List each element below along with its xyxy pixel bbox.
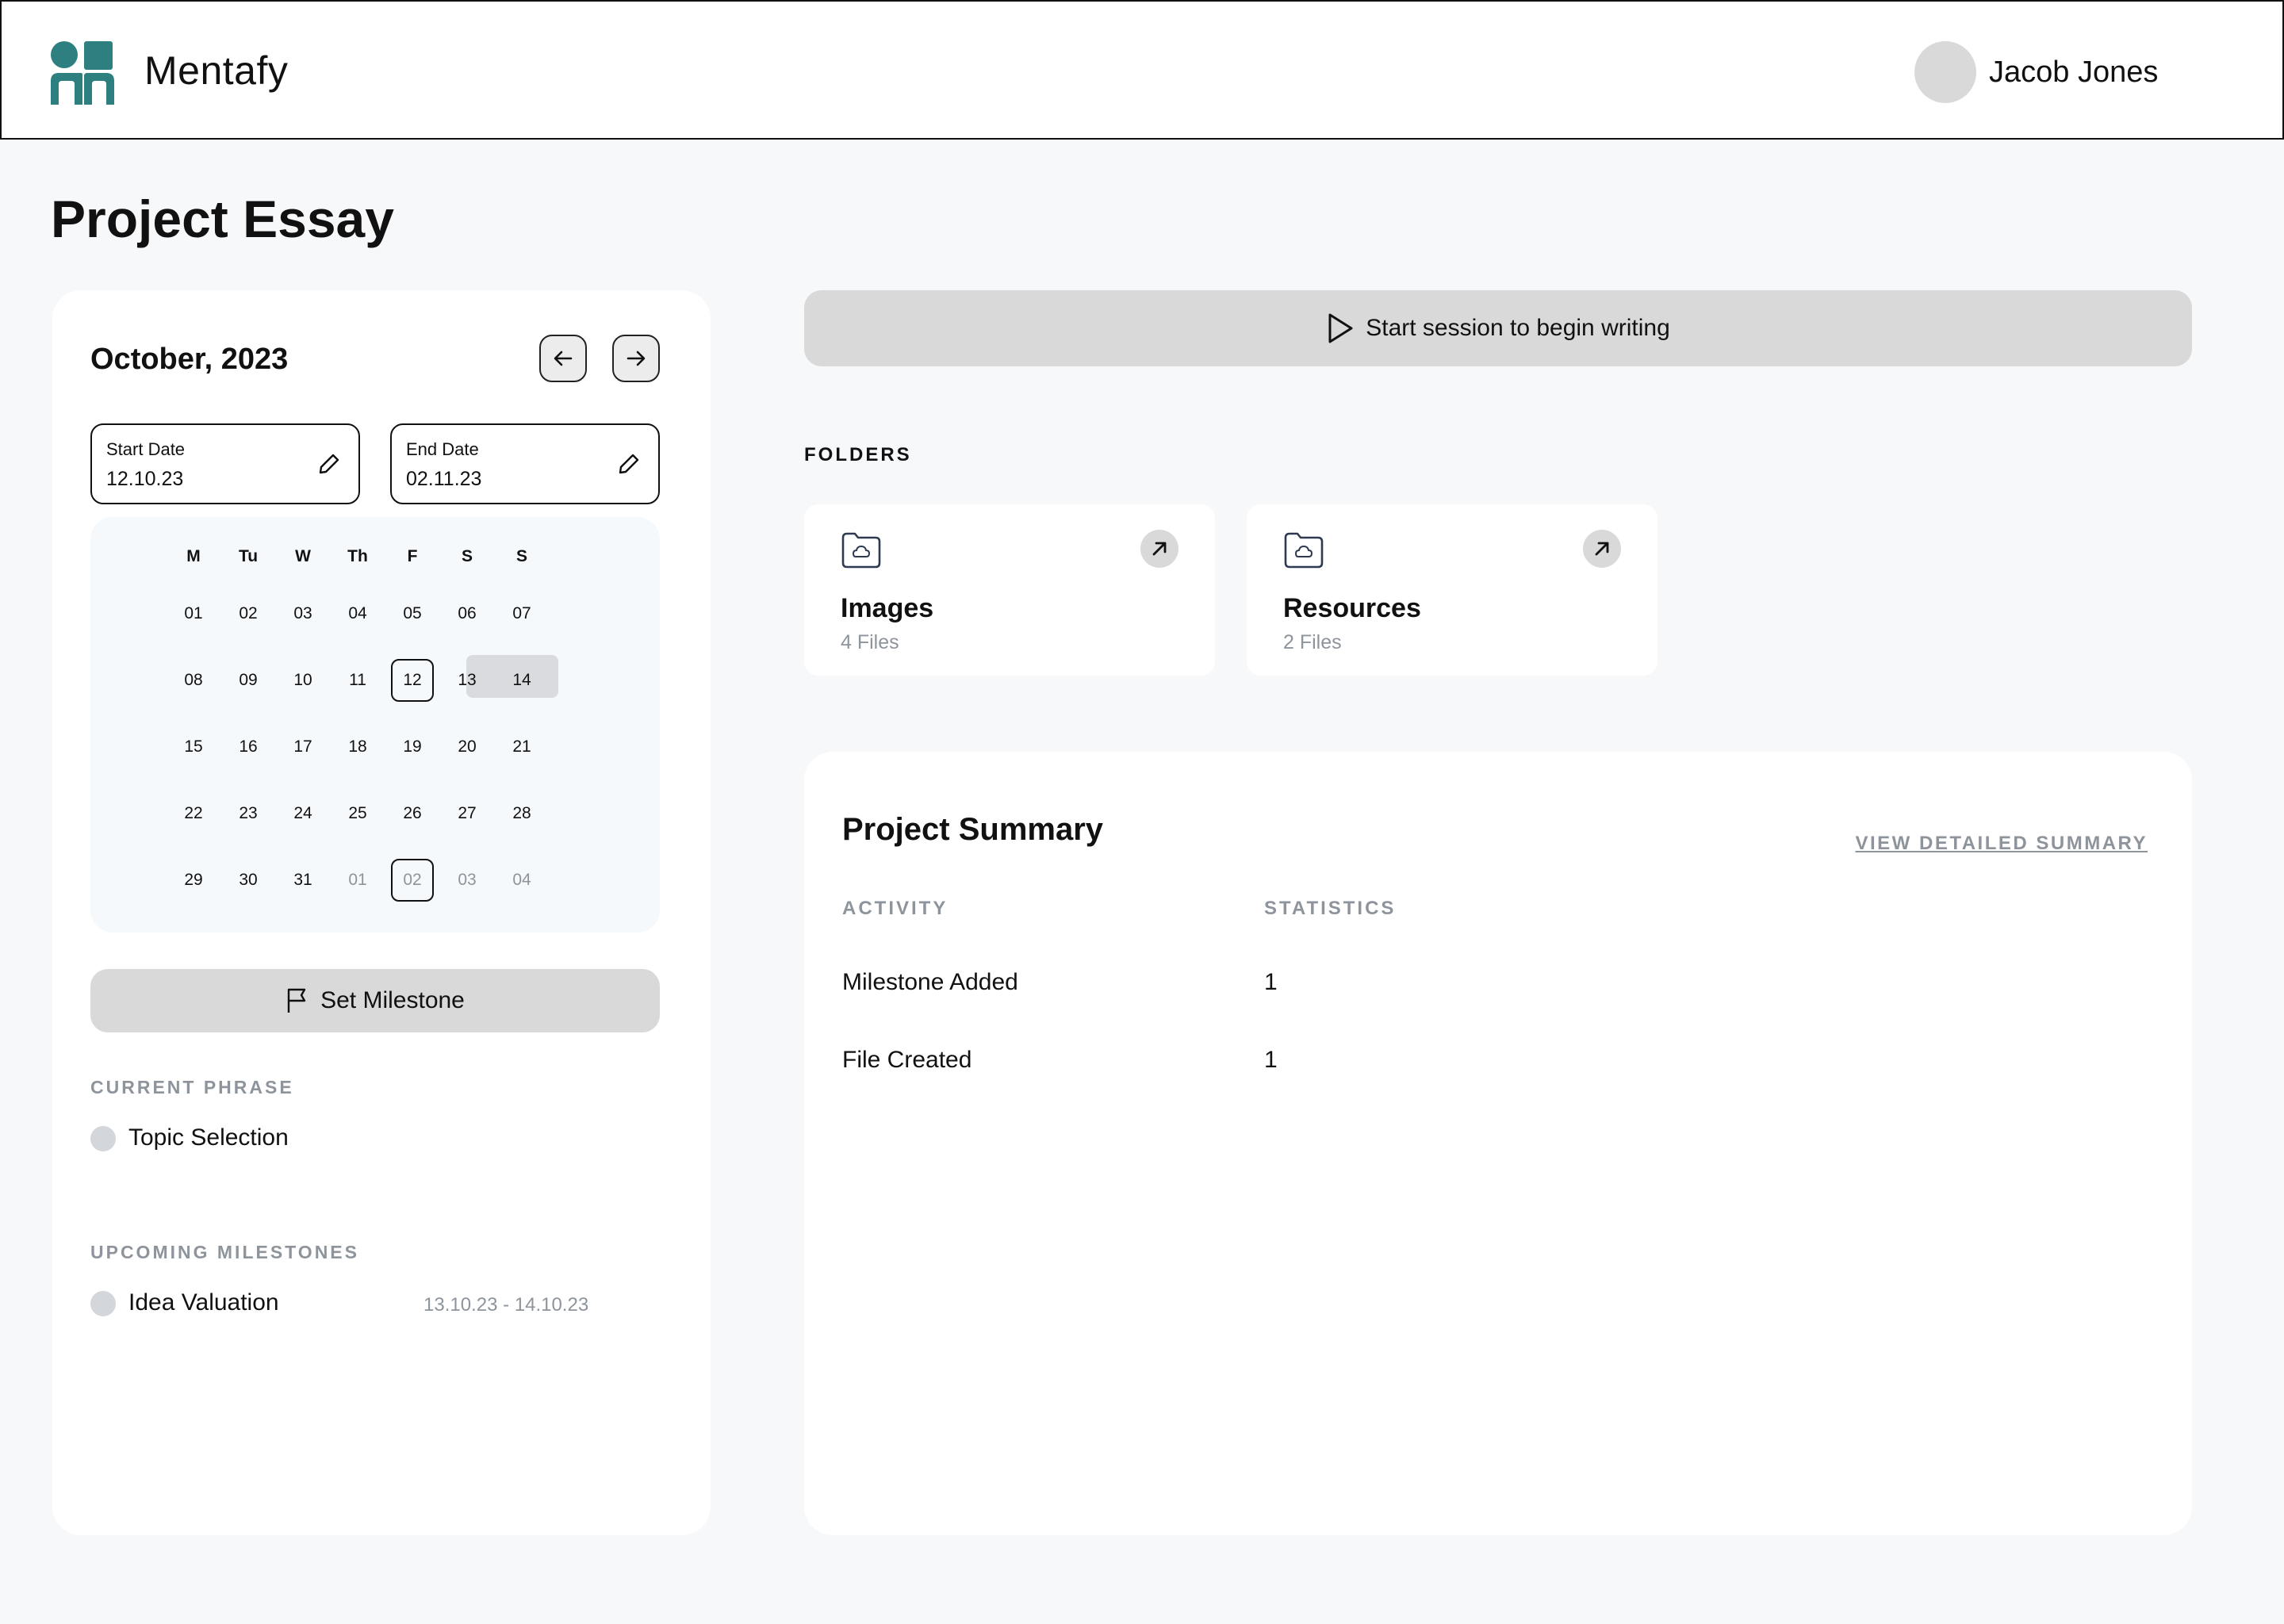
- arrow-right-icon: [627, 350, 646, 366]
- calendar-day[interactable]: 22: [172, 792, 215, 835]
- top-header: Mentafy Jacob Jones: [0, 0, 2284, 140]
- calendar-card: October, 2023 Start Date 12.10.23 End Da…: [52, 290, 711, 1535]
- user-name[interactable]: Jacob Jones: [1989, 56, 2158, 90]
- calendar-day[interactable]: 06: [446, 592, 489, 635]
- weekday-header: M: [186, 547, 201, 565]
- calendar-day[interactable]: 02: [391, 859, 434, 902]
- brand-name: Mentafy: [144, 48, 289, 93]
- calendar-day[interactable]: 01: [336, 859, 379, 902]
- weekday-header: W: [295, 547, 311, 565]
- calendar-day[interactable]: 03: [282, 592, 324, 635]
- activity-column-header: ACTIVITY: [842, 898, 948, 919]
- folder-name: Resources: [1283, 593, 1421, 623]
- folder-card-resources[interactable]: Resources 2 Files: [1247, 504, 1657, 676]
- calendar-day[interactable]: 11: [336, 659, 379, 702]
- open-folder-button[interactable]: [1140, 530, 1178, 568]
- calendar-day[interactable]: 15: [172, 726, 215, 768]
- arrow-up-right-icon: [1152, 542, 1167, 556]
- calendar-day[interactable]: 09: [227, 659, 270, 702]
- calendar-day[interactable]: 13: [446, 659, 489, 702]
- upcoming-milestones-label: UPCOMING MILESTONES: [90, 1242, 359, 1262]
- calendar-month: October, 2023: [90, 343, 289, 376]
- end-date-label: End Date: [406, 439, 479, 459]
- upcoming-milestone-range: 13.10.23 - 14.10.23: [423, 1294, 589, 1316]
- calendar-day[interactable]: 01: [172, 592, 215, 635]
- weekday-header: S: [515, 547, 527, 565]
- activity-cell: Milestone Added: [842, 969, 1018, 995]
- weekday-header: Tu: [238, 547, 259, 565]
- summary-title: Project Summary: [842, 812, 1104, 847]
- folder-file-count: 4 Files: [841, 631, 899, 653]
- calendar-day[interactable]: 30: [227, 859, 270, 902]
- start-session-button[interactable]: Start session to begin writing: [804, 290, 2192, 366]
- statistics-column-header: STATISTICS: [1264, 898, 1397, 919]
- calendar-day[interactable]: 12: [391, 659, 434, 702]
- statistic-cell: 1: [1264, 1047, 1278, 1073]
- calendar-day[interactable]: 28: [500, 792, 543, 835]
- statistic-cell: 1: [1264, 969, 1278, 995]
- flag-icon: [287, 988, 306, 1013]
- calendar-day[interactable]: 05: [391, 592, 434, 635]
- calendar-grid: M Tu W Th F S S 01 02 03 04 05 06 07 08 09 10 11 12 13 14 15 1…: [90, 517, 660, 933]
- calendar-day[interactable]: 03: [446, 859, 489, 902]
- start-date-field[interactable]: Start Date 12.10.23: [90, 423, 360, 504]
- pencil-icon[interactable]: [617, 452, 641, 476]
- calendar-day[interactable]: 23: [227, 792, 270, 835]
- calendar-day[interactable]: 14: [500, 659, 543, 702]
- calendar-day[interactable]: 02: [227, 592, 270, 635]
- view-detailed-summary-link[interactable]: VIEW DETAILED SUMMARY: [1856, 833, 2148, 855]
- calendar-day[interactable]: 18: [336, 726, 379, 768]
- prev-month-button[interactable]: [539, 335, 587, 382]
- arrow-left-icon: [554, 350, 573, 366]
- calendar-day[interactable]: 26: [391, 792, 434, 835]
- weekday-header: Th: [347, 547, 368, 565]
- next-month-button[interactable]: [612, 335, 660, 382]
- phase-bullet: [90, 1126, 116, 1151]
- project-summary-card: Project Summary VIEW DETAILED SUMMARY AC…: [804, 752, 2192, 1535]
- end-date-field[interactable]: End Date 02.11.23: [390, 423, 660, 504]
- folder-cloud-icon: [841, 532, 881, 569]
- page-title: Project Essay: [51, 190, 394, 248]
- calendar-day[interactable]: 24: [282, 792, 324, 835]
- start-session-label: Start session to begin writing: [1366, 315, 1670, 341]
- upcoming-milestone-item: Idea Valuation: [128, 1289, 279, 1316]
- calendar-day[interactable]: 21: [500, 726, 543, 768]
- calendar-day[interactable]: 04: [500, 859, 543, 902]
- weekday-header: F: [407, 547, 418, 565]
- avatar[interactable]: [1914, 41, 1976, 103]
- current-phase-label: CURRENT PHRASE: [90, 1077, 294, 1097]
- calendar-day[interactable]: 27: [446, 792, 489, 835]
- weekday-header: S: [461, 547, 473, 565]
- set-milestone-button[interactable]: Set Milestone: [90, 969, 660, 1032]
- end-date-value: 02.11.23: [406, 468, 482, 490]
- calendar-day[interactable]: 10: [282, 659, 324, 702]
- play-icon: [1328, 313, 1353, 343]
- calendar-day[interactable]: 31: [282, 859, 324, 902]
- calendar-day[interactable]: 07: [500, 592, 543, 635]
- mentafy-logo[interactable]: [51, 41, 114, 105]
- open-folder-button[interactable]: [1583, 530, 1621, 568]
- current-phase-item: Topic Selection: [128, 1124, 289, 1151]
- folder-file-count: 2 Files: [1283, 631, 1342, 653]
- pencil-icon[interactable]: [317, 452, 341, 476]
- activity-cell: File Created: [842, 1047, 972, 1073]
- set-milestone-label: Set Milestone: [320, 987, 465, 1013]
- start-date-label: Start Date: [106, 439, 186, 459]
- folder-name: Images: [841, 593, 934, 623]
- start-date-value: 12.10.23: [106, 468, 184, 490]
- folder-card-images[interactable]: Images 4 Files: [804, 504, 1215, 676]
- calendar-day[interactable]: 29: [172, 859, 215, 902]
- arrow-up-right-icon: [1595, 542, 1609, 556]
- calendar-day[interactable]: 20: [446, 726, 489, 768]
- folder-cloud-icon: [1284, 532, 1324, 569]
- folders-label: FOLDERS: [804, 444, 912, 465]
- calendar-day[interactable]: 04: [336, 592, 379, 635]
- milestone-bullet: [90, 1291, 116, 1316]
- calendar-day[interactable]: 17: [282, 726, 324, 768]
- calendar-day[interactable]: 16: [227, 726, 270, 768]
- calendar-day[interactable]: 25: [336, 792, 379, 835]
- calendar-day[interactable]: 08: [172, 659, 215, 702]
- calendar-day[interactable]: 19: [391, 726, 434, 768]
